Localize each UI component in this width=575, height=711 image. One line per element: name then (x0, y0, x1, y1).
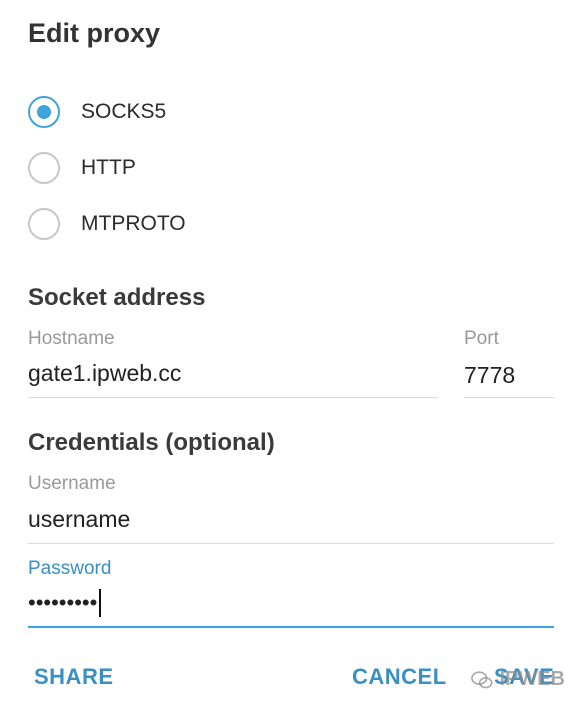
password-label: Password (28, 558, 112, 579)
radio-option-socks5[interactable]: SOCKS5 (28, 94, 166, 130)
edit-proxy-dialog: Edit proxy SOCKS5 HTTP MTPROTO Socket ad… (0, 0, 575, 711)
port-underline (464, 397, 554, 398)
username-input[interactable]: username (28, 506, 130, 533)
watermark-text: IPWEB (499, 668, 565, 690)
radio-unchecked-icon[interactable] (28, 208, 60, 240)
port-input[interactable]: 7778 (464, 362, 515, 389)
hostname-underline (28, 397, 438, 398)
dialog-title: Edit proxy (28, 18, 161, 48)
password-input[interactable]: ••••••••• (28, 588, 102, 617)
radio-label-http: HTTP (81, 156, 136, 179)
radio-option-http[interactable]: HTTP (28, 150, 136, 186)
hostname-label: Hostname (28, 328, 115, 349)
text-caret (99, 588, 102, 617)
radio-checked-icon[interactable] (28, 96, 60, 128)
cancel-button[interactable]: CANCEL (352, 664, 447, 690)
credentials-heading: Credentials (optional) (28, 429, 275, 456)
radio-label-socks5: SOCKS5 (81, 100, 167, 123)
port-label: Port (464, 328, 499, 349)
password-value: ••••••••• (28, 589, 98, 615)
share-button[interactable]: SHARE (34, 664, 114, 690)
password-underline (28, 626, 554, 628)
radio-label-mtproto: MTPROTO (81, 212, 186, 235)
radio-unchecked-icon[interactable] (28, 152, 60, 184)
wechat-icon (471, 670, 493, 688)
radio-option-mtproto[interactable]: MTPROTO (28, 206, 186, 242)
username-underline (28, 543, 554, 544)
watermark: IPWEB (471, 668, 565, 691)
socket-address-heading: Socket address (28, 284, 206, 311)
hostname-input[interactable]: gate1.ipweb.cc (28, 360, 181, 387)
username-label: Username (28, 473, 116, 494)
